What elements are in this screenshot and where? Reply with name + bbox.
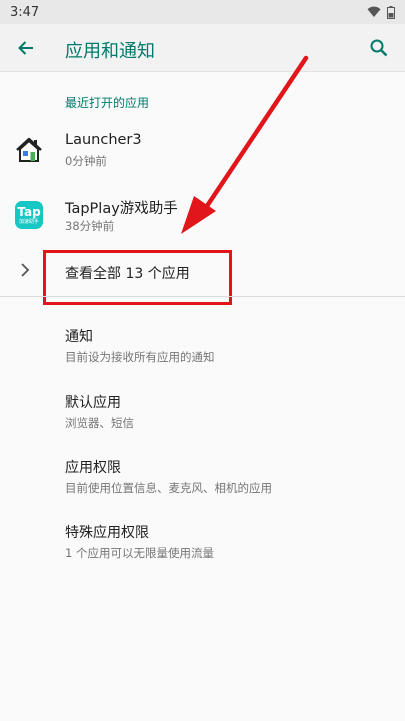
setting-summary: 目前设为接收所有应用的通知 — [65, 350, 215, 364]
setting-summary: 目前使用位置信息、麦克风、相机的应用 — [65, 481, 272, 495]
setting-title: 通知 — [65, 329, 93, 345]
settings-item-special-app-access[interactable]: 特殊应用权限 1 个应用可以无限量使用流量 — [0, 514, 405, 574]
app-last-opened: 0分钟前 — [65, 154, 107, 168]
battery-icon — [387, 5, 395, 19]
tap-icon: Tap 加速助手 — [14, 200, 44, 230]
setting-title: 特殊应用权限 — [65, 525, 149, 541]
back-button[interactable] — [10, 32, 42, 64]
status-bar: 3:47 — [0, 0, 405, 24]
app-bar: 应用和通知 — [0, 24, 405, 72]
settings-item-notifications[interactable]: 通知 目前设为接收所有应用的通知 — [0, 318, 405, 378]
chevron-right-icon — [21, 263, 30, 277]
setting-title: 应用权限 — [65, 460, 121, 476]
view-all-apps-button[interactable]: 查看全部 13 个应用 — [0, 243, 405, 299]
wifi-icon — [367, 6, 381, 17]
search-button[interactable] — [363, 32, 395, 64]
status-time: 3:47 — [10, 4, 40, 20]
back-arrow-icon — [18, 41, 33, 55]
recent-apps-header: 最近打开的应用 — [65, 96, 150, 110]
recent-app-launcher3[interactable]: Launcher3 0分钟前 — [0, 122, 405, 180]
setting-summary: 浏览器、短信 — [65, 416, 134, 430]
setting-title: 默认应用 — [65, 395, 121, 411]
app-name: TapPlay游戏助手 — [65, 201, 178, 217]
recent-app-tapplay[interactable]: Tap 加速助手 TapPlay游戏助手 38分钟前 — [0, 187, 405, 245]
app-last-opened: 38分钟前 — [65, 219, 115, 233]
settings-item-default-apps[interactable]: 默认应用 浏览器、短信 — [0, 384, 405, 444]
status-icons — [367, 5, 395, 19]
divider — [0, 296, 405, 297]
page-title: 应用和通知 — [65, 41, 155, 62]
view-all-apps-label: 查看全部 13 个应用 — [65, 266, 190, 282]
search-icon — [370, 39, 388, 57]
setting-summary: 1 个应用可以无限量使用流量 — [65, 546, 214, 560]
settings-item-app-permissions[interactable]: 应用权限 目前使用位置信息、麦克风、相机的应用 — [0, 449, 405, 509]
house-icon — [14, 135, 44, 165]
app-name: Launcher3 — [65, 132, 142, 148]
